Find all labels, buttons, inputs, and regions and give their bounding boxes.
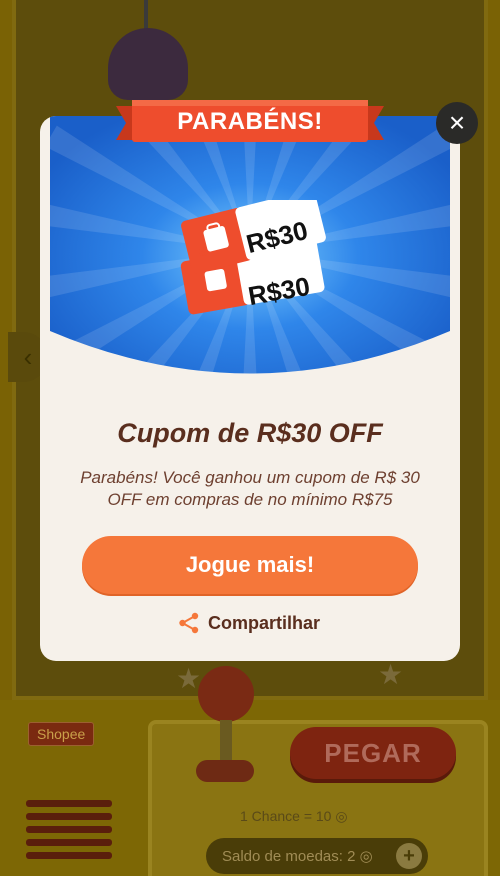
coin-balance: Saldo de moedas: 2 ◎ + — [206, 838, 428, 874]
menu-icon[interactable] — [26, 800, 112, 865]
close-button[interactable]: × — [436, 102, 478, 144]
claw-wire — [144, 0, 148, 30]
coin-balance-label: Saldo de moedas: 2 — [222, 847, 356, 865]
coupon-title: Cupom de R$30 OFF — [117, 418, 383, 448]
share-label: Compartilhar — [208, 612, 321, 633]
coin-icon: ◎ — [359, 848, 373, 865]
shopee-bag-icon: S — [199, 244, 208, 259]
grab-button[interactable]: PEGAR — [290, 727, 456, 779]
coupon-description: Parabéns! Você ganhou um cupom de R$ 30 … — [80, 468, 420, 509]
chance-cost-label: 1 Chance = 10 — [240, 808, 332, 824]
play-again-button[interactable]: Jogue mais! — [82, 536, 418, 594]
share-button[interactable]: Compartilhar — [178, 608, 320, 638]
chance-cost-text: 1 Chance = 10 ◎ — [240, 808, 348, 825]
add-coins-button[interactable]: + — [396, 843, 422, 869]
joystick-knob[interactable] — [198, 666, 254, 722]
claw-toy-icon — [108, 28, 188, 100]
modal-title: PARABÉNS! — [177, 108, 323, 135]
prize-star-icon: ★ — [378, 659, 404, 690]
joystick-base — [196, 760, 254, 782]
shopee-logo: Shopee — [28, 722, 95, 746]
coin-icon: ◎ — [335, 808, 348, 824]
share-icon — [179, 612, 199, 634]
